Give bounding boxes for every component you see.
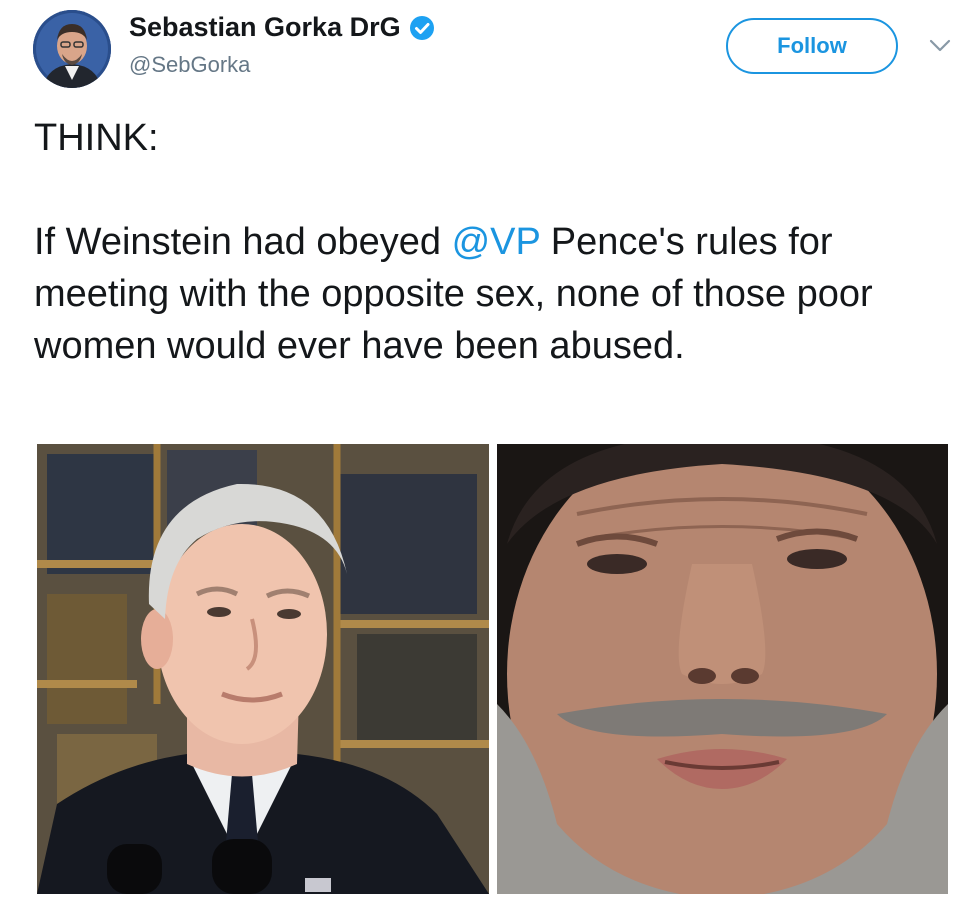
tweet-photo-right[interactable] [497,444,948,894]
tweet: Sebastian Gorka DrG @SebGorka Follow THI… [0,0,980,910]
avatar-photo [33,10,111,88]
author-display-name[interactable]: Sebastian Gorka DrG [129,12,435,43]
tweet-text-paragraph: If Weinstein had obeyed @VP Pence's rule… [34,216,954,372]
tweet-text: THINK: If Weinstein had obeyed @VP Pence… [34,112,954,372]
author-handle[interactable]: @SebGorka [129,52,250,78]
author-avatar[interactable] [33,10,111,88]
mention-link[interactable]: @VP [452,221,541,263]
tweet-text-line-1: THINK: [34,117,159,159]
verified-badge-icon [409,15,435,41]
tweet-photo-left[interactable] [37,444,489,894]
chevron-down-icon[interactable] [928,38,952,54]
tweet-text-before-mention: If Weinstein had obeyed [34,221,452,263]
follow-button[interactable]: Follow [726,18,898,74]
author-name-text[interactable]: Sebastian Gorka DrG [129,12,401,43]
